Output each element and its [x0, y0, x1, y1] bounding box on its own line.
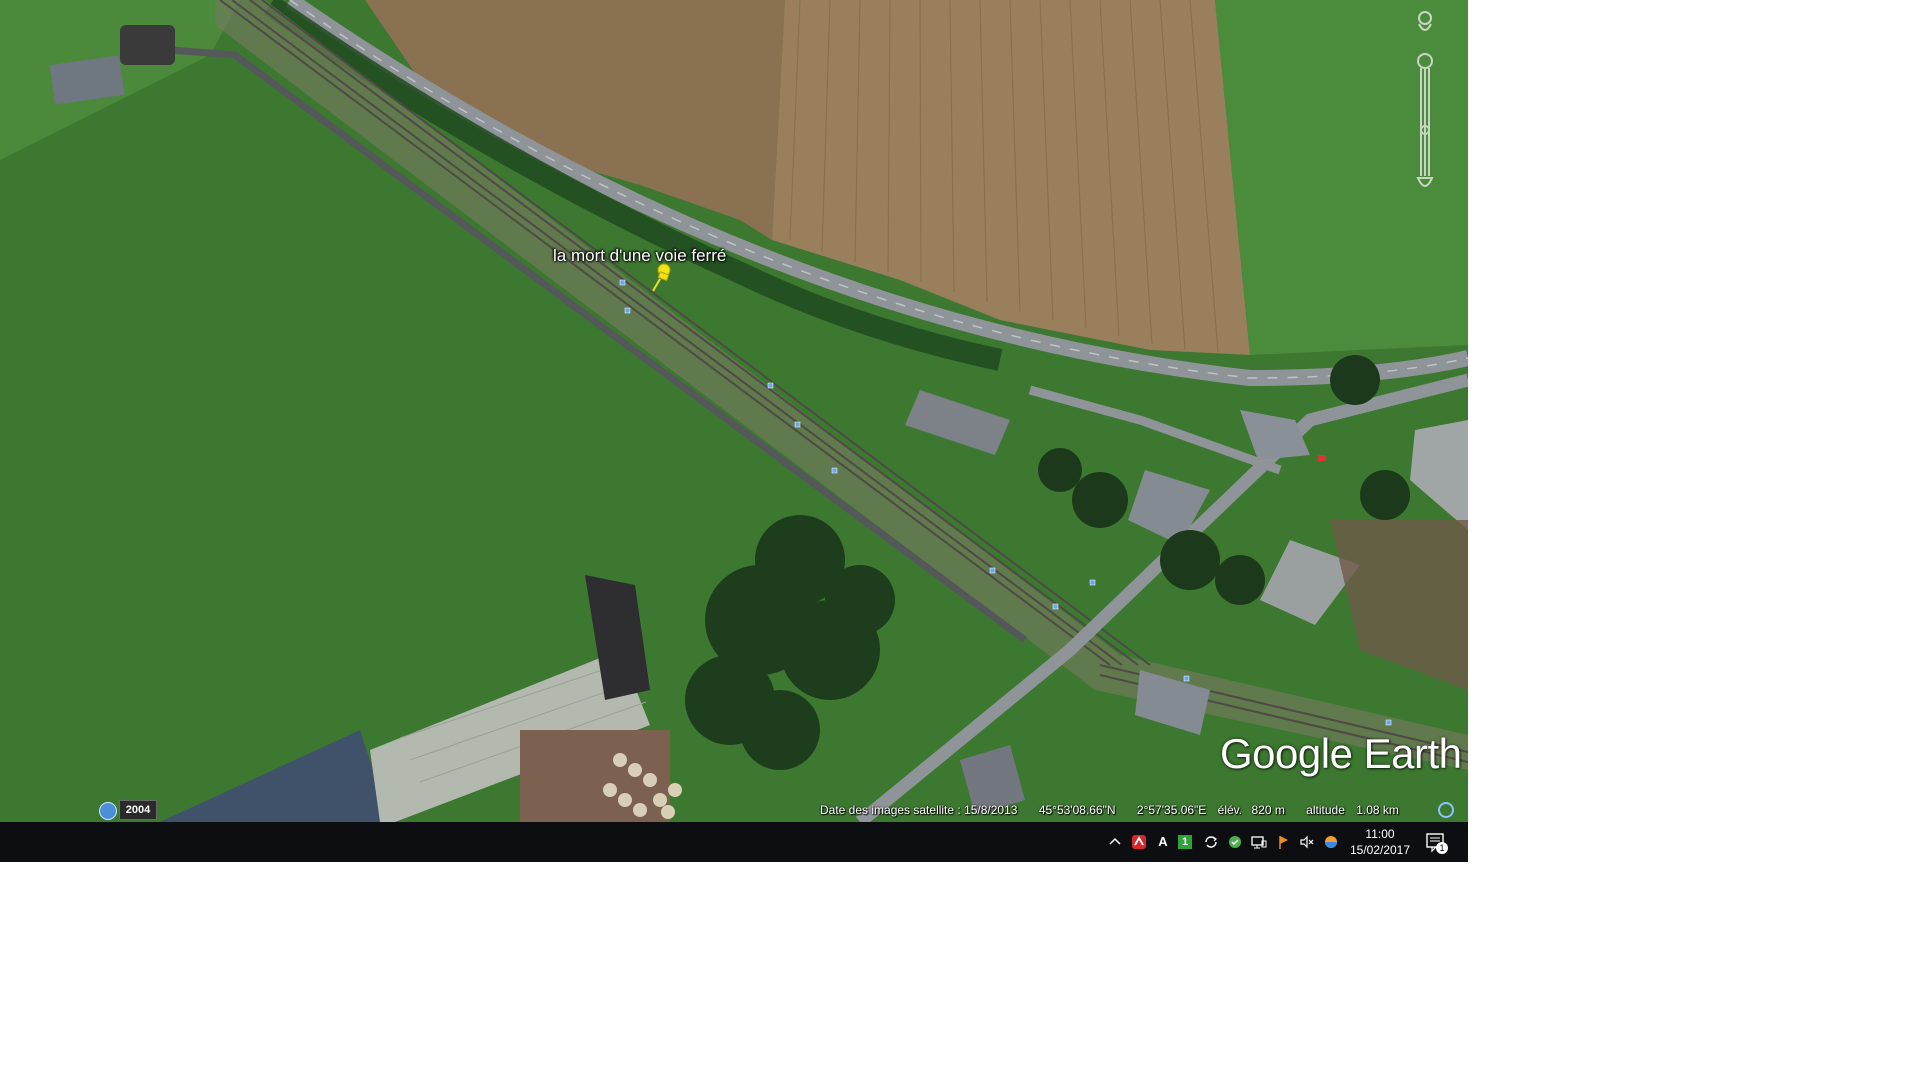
historical-imagery-year[interactable]: 2004 — [119, 800, 157, 820]
altitude-value: 1.08 km — [1356, 803, 1399, 817]
clock-history-icon[interactable] — [99, 802, 117, 820]
screen: la mort d'une voie ferré Google Earth 20… — [0, 0, 1920, 1080]
elevation-label: élév. — [1217, 803, 1243, 817]
google-earth-logo: Google Earth — [1220, 730, 1462, 777]
earth-map-view[interactable]: la mort d'une voie ferré Google Earth 20… — [0, 0, 1468, 822]
yellow-pushpin-icon[interactable] — [650, 262, 672, 292]
font-a-icon[interactable]: A — [1154, 833, 1172, 851]
status-bar: Date des images satellite : 15/8/2013 45… — [820, 803, 1417, 817]
elevation-value: 820 m — [1251, 803, 1285, 817]
green-update-icon[interactable] — [1226, 833, 1244, 851]
orange-flag-icon[interactable] — [1274, 833, 1292, 851]
avira-umbrella-icon[interactable] — [1130, 833, 1148, 851]
satellite-terrain — [0, 0, 1468, 822]
altitude-label: altitude — [1306, 803, 1345, 817]
green-number-one-icon[interactable]: 1 — [1178, 835, 1192, 849]
color-ball-icon[interactable] — [1322, 833, 1340, 851]
latitude: 45°53'08.66"N — [1038, 803, 1116, 817]
network-monitor-icon[interactable] — [1250, 833, 1268, 851]
chevron-up-icon[interactable] — [1106, 833, 1124, 851]
longitude: 2°57'35.06"E — [1136, 803, 1207, 817]
system-clock[interactable]: 11:00 15/02/2017 — [1346, 826, 1414, 858]
clock-time: 11:00 — [1365, 827, 1395, 841]
navigation-controls[interactable] — [1410, 6, 1440, 196]
placemark-label[interactable]: la mort d'une voie ferré — [553, 246, 726, 266]
imagery-date: Date des images satellite : 15/8/2013 — [820, 803, 1018, 817]
windows-taskbar: A 1 11:00 15/02/2017 1 — [0, 822, 1468, 862]
streaming-ring-icon — [1438, 802, 1454, 818]
sync-arrows-icon[interactable] — [1202, 833, 1220, 851]
clock-date: 15/02/2017 — [1349, 843, 1411, 857]
speaker-muted-icon[interactable] — [1298, 833, 1316, 851]
notification-count-badge: 1 — [1436, 842, 1448, 854]
